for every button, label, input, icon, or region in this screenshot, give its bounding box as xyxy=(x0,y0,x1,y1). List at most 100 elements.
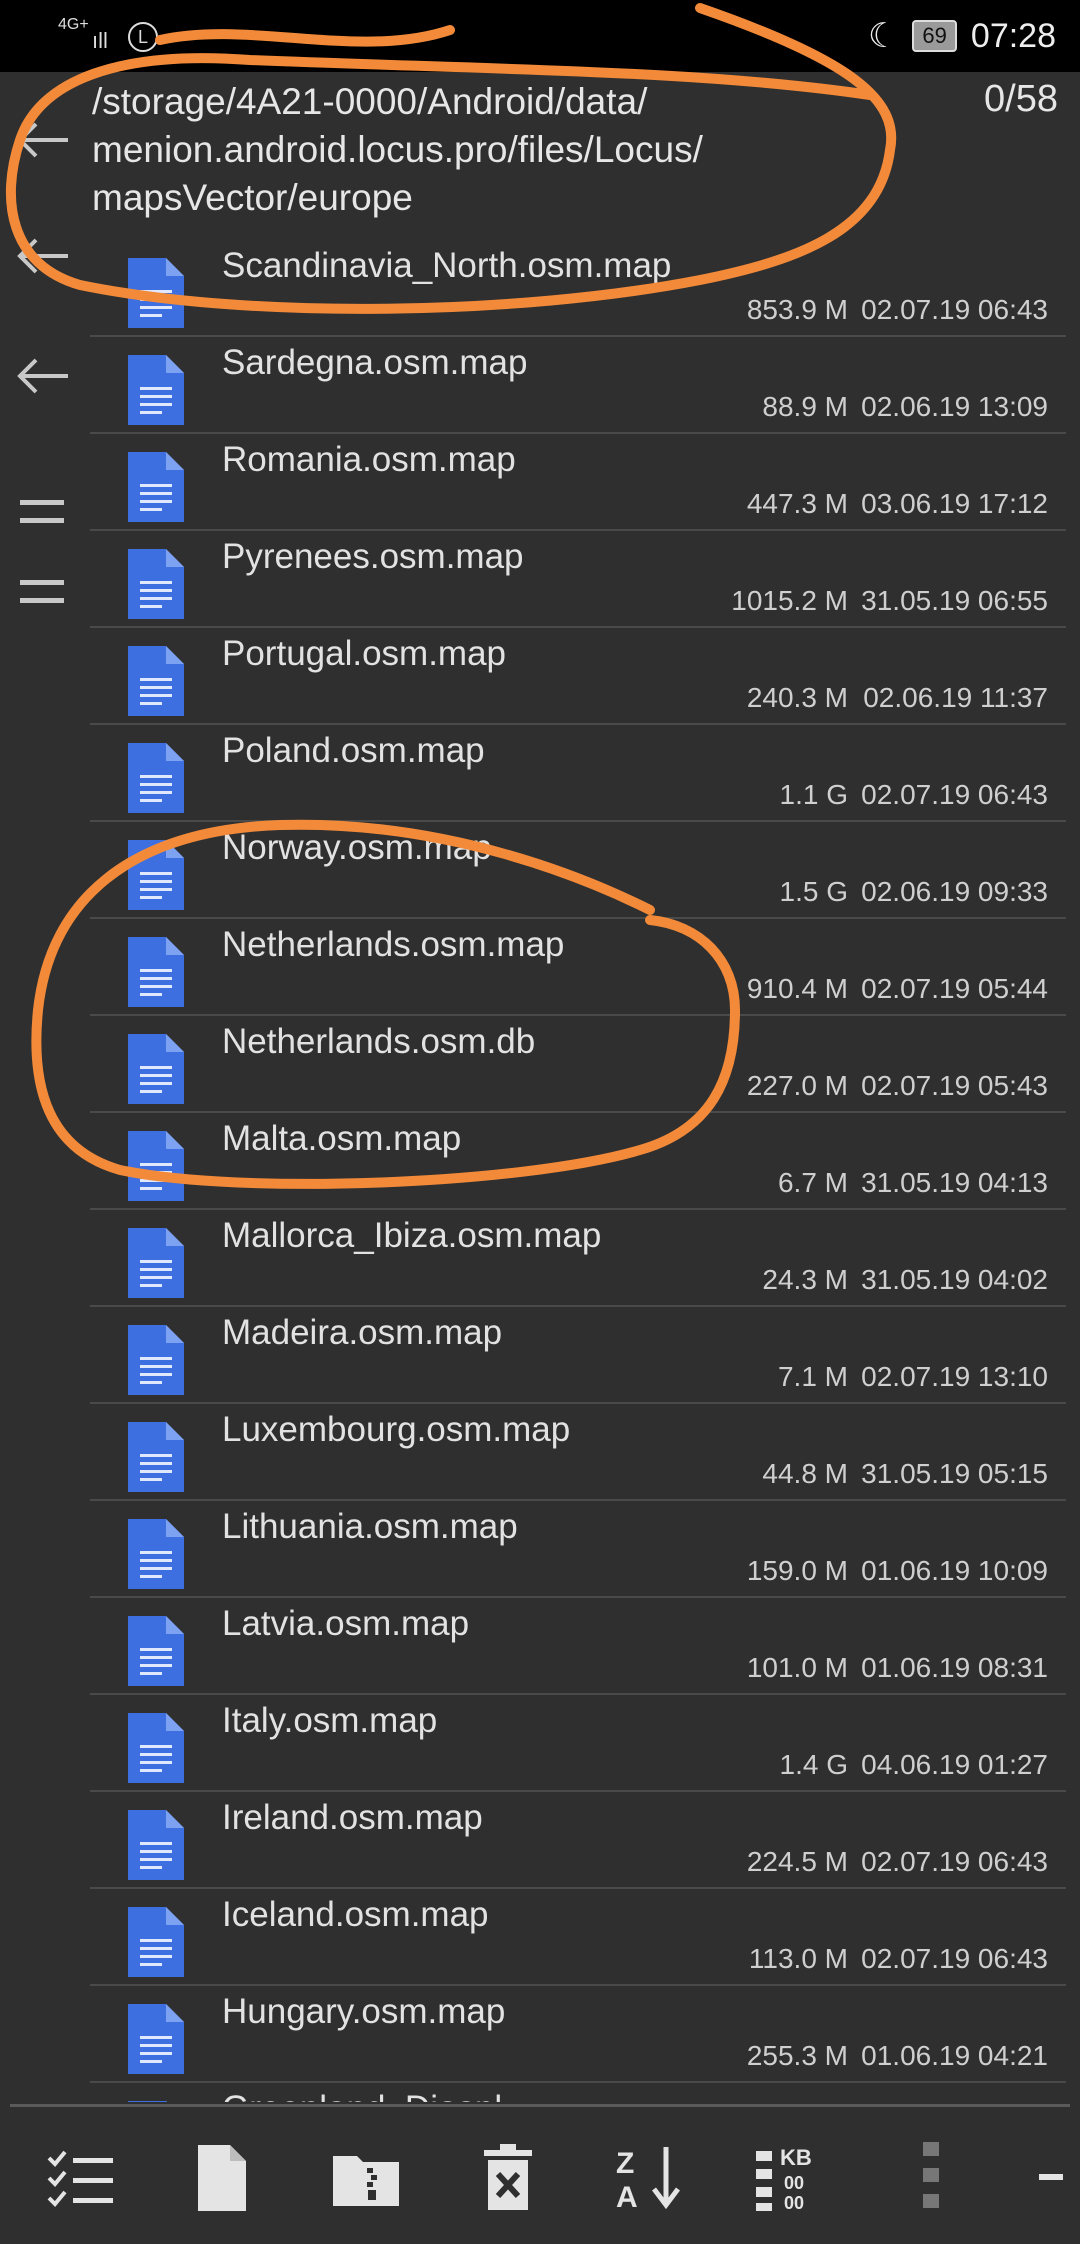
file-size: 101.0 M xyxy=(746,1652,848,1683)
file-row[interactable]: Hungary.osm.map 255.3 M 01.06.19 04:21 xyxy=(90,1986,1066,2083)
file-name: Greenland_Diaspl xyxy=(222,2089,502,2102)
document-icon xyxy=(128,1519,184,1589)
document-icon xyxy=(128,840,184,910)
file-row[interactable]: Sardegna.osm.map 88.9 M 02.06.19 13:09 xyxy=(90,337,1066,434)
network-type: 4G+ xyxy=(58,16,89,33)
file-name: Iceland.osm.map xyxy=(222,1895,489,1934)
file-size: 447.3 M xyxy=(746,488,848,519)
document-icon xyxy=(128,1325,184,1395)
file-name: Scandinavia_North.osm.map xyxy=(222,246,672,285)
file-size: 44.8 M xyxy=(762,1458,848,1489)
current-path[interactable]: /storage/4A21-0000/Android/data/ menion.… xyxy=(92,78,912,222)
file-list[interactable]: Scandinavia_North.osm.map 853.9 M 02.07.19… xyxy=(90,240,1066,2102)
file-size: 224.5 M xyxy=(746,1846,848,1877)
clock: 07:28 xyxy=(970,16,1056,55)
document-icon xyxy=(128,355,184,425)
file-size: 6.7 M xyxy=(777,1167,848,1198)
file-row[interactable]: Netherlands.osm.map 910.4 M 02.07.19 05:44 xyxy=(90,919,1066,1016)
document-icon xyxy=(128,1810,184,1880)
grid-dots-icon xyxy=(923,2142,939,2208)
file-name: Mallorca_Ibiza.osm.map xyxy=(222,1216,602,1255)
file-row[interactable]: Greenland_Diaspl xyxy=(90,2083,1066,2102)
up-arrow-button[interactable] xyxy=(12,228,72,284)
battery-indicator: 69 xyxy=(912,20,957,52)
document-icon xyxy=(128,743,184,813)
file-name: Italy.osm.map xyxy=(222,1701,438,1740)
document-icon xyxy=(128,2101,167,2102)
divider xyxy=(10,2104,1070,2107)
file-size: 1.5 G xyxy=(779,876,848,907)
archive-button[interactable] xyxy=(326,2138,406,2218)
file-size: 910.4 M xyxy=(746,973,848,1004)
arrow-left-icon xyxy=(17,238,68,274)
file-name: Pyrenees.osm.map xyxy=(222,537,524,576)
file-size: 1.1 G xyxy=(779,779,848,810)
file-name: Luxembourg.osm.map xyxy=(222,1410,571,1449)
file-size: 88.9 M xyxy=(762,391,848,422)
file-size: 1.4 G xyxy=(779,1749,848,1780)
file-row[interactable]: Lithuania.osm.map 159.0 M 01.06.19 10:09 xyxy=(90,1501,1066,1598)
file-date: 02.07.19 06:43 xyxy=(861,1846,1048,1877)
scroll-handle[interactable] xyxy=(1030,2138,1070,2218)
file-name: Malta.osm.map xyxy=(222,1119,462,1158)
file-size: 113.0 M xyxy=(748,1943,848,1974)
select-all-button[interactable] xyxy=(40,2138,120,2218)
file-size: 227.0 M xyxy=(746,1070,848,1101)
file-name: Portugal.osm.map xyxy=(222,634,507,673)
file-row[interactable]: Netherlands.osm.db 227.0 M 02.07.19 05:43 xyxy=(90,1016,1066,1113)
file-size: 240.3 M xyxy=(746,682,848,713)
file-row[interactable]: Luxembourg.osm.map 44.8 M 31.05.19 05:15 xyxy=(90,1404,1066,1501)
file-name: Latvia.osm.map xyxy=(222,1604,470,1643)
document-icon xyxy=(128,452,184,522)
size-list-icon: KB 00 00 xyxy=(756,2145,812,2213)
document-icon xyxy=(128,2004,184,2074)
document-icon xyxy=(128,1616,184,1686)
file-row[interactable]: Italy.osm.map 1.4 G 04.06.19 01:27 xyxy=(90,1695,1066,1792)
file-row[interactable]: Scandinavia_North.osm.map 853.9 M 02.07.19… xyxy=(90,240,1066,337)
history-back-button[interactable] xyxy=(12,348,72,404)
options-button[interactable] xyxy=(12,564,72,620)
file-row[interactable]: Ireland.osm.map 224.5 M 02.07.19 06:43 xyxy=(90,1792,1066,1889)
sort-button[interactable]: Z A xyxy=(610,2138,690,2218)
signal-icon: ıll xyxy=(92,28,108,53)
more-button[interactable] xyxy=(890,2138,970,2218)
path-header: /storage/4A21-0000/Android/data/ menion.… xyxy=(0,72,1080,240)
menu-icon xyxy=(20,580,64,603)
document-icon xyxy=(128,258,184,328)
file-row[interactable]: Madeira.osm.map 7.1 M 02.07.19 13:10 xyxy=(90,1307,1066,1404)
file-row[interactable]: Malta.osm.map 6.7 M 31.05.19 04:13 xyxy=(90,1113,1066,1210)
document-icon xyxy=(128,1907,184,1977)
file-name: Madeira.osm.map xyxy=(222,1313,503,1352)
arrow-left-icon xyxy=(17,122,68,158)
trash-icon xyxy=(484,2144,532,2210)
file-row[interactable]: Norway.osm.map 1.5 G 02.06.19 09:33 xyxy=(90,822,1066,919)
file-date: 31.05.19 04:02 xyxy=(861,1264,1048,1295)
document-icon xyxy=(128,1422,184,1492)
file-row[interactable]: Romania.osm.map 447.3 M 03.06.19 17:12 xyxy=(90,434,1066,531)
file-row[interactable]: Poland.osm.map 1.1 G 02.07.19 06:43 xyxy=(90,725,1066,822)
file-row[interactable]: Portugal.osm.map 240.3 M 02.06.19 11:37 xyxy=(90,628,1066,725)
delete-button[interactable] xyxy=(468,2138,548,2218)
svg-text:KB: KB xyxy=(780,2145,812,2170)
back-arrow-button[interactable] xyxy=(12,112,72,168)
menu-button[interactable] xyxy=(12,484,72,540)
file-name: Romania.osm.map xyxy=(222,440,516,479)
new-file-button[interactable] xyxy=(182,2138,262,2218)
file-date: 02.06.19 09:33 xyxy=(861,876,1048,907)
sync-icon: L xyxy=(128,22,158,52)
file-size: 1015.2 M xyxy=(731,585,848,616)
file-date: 01.06.19 04:21 xyxy=(861,2040,1048,2071)
file-row[interactable]: Pyrenees.osm.map 1015.2 M 31.05.19 06:55 xyxy=(90,531,1066,628)
document-icon xyxy=(128,549,184,619)
bottom-toolbar: Z A KB 00 00 xyxy=(0,2108,1080,2244)
size-display-button[interactable]: KB 00 00 xyxy=(752,2138,832,2218)
file-size: 24.3 M xyxy=(762,1264,848,1295)
arrow-left-icon xyxy=(17,358,68,394)
file-date: 03.06.19 17:12 xyxy=(861,488,1048,519)
file-row[interactable]: Latvia.osm.map 101.0 M 01.06.19 08:31 xyxy=(90,1598,1066,1695)
file-name: Sardegna.osm.map xyxy=(222,343,528,382)
file-row[interactable]: Mallorca_Ibiza.osm.map 24.3 M 31.05.19 04:… xyxy=(90,1210,1066,1307)
file-row[interactable]: Iceland.osm.map 113.0 M 02.07.19 06:43 xyxy=(90,1889,1066,1986)
document-icon xyxy=(128,1228,184,1298)
svg-text:A: A xyxy=(616,2181,638,2213)
